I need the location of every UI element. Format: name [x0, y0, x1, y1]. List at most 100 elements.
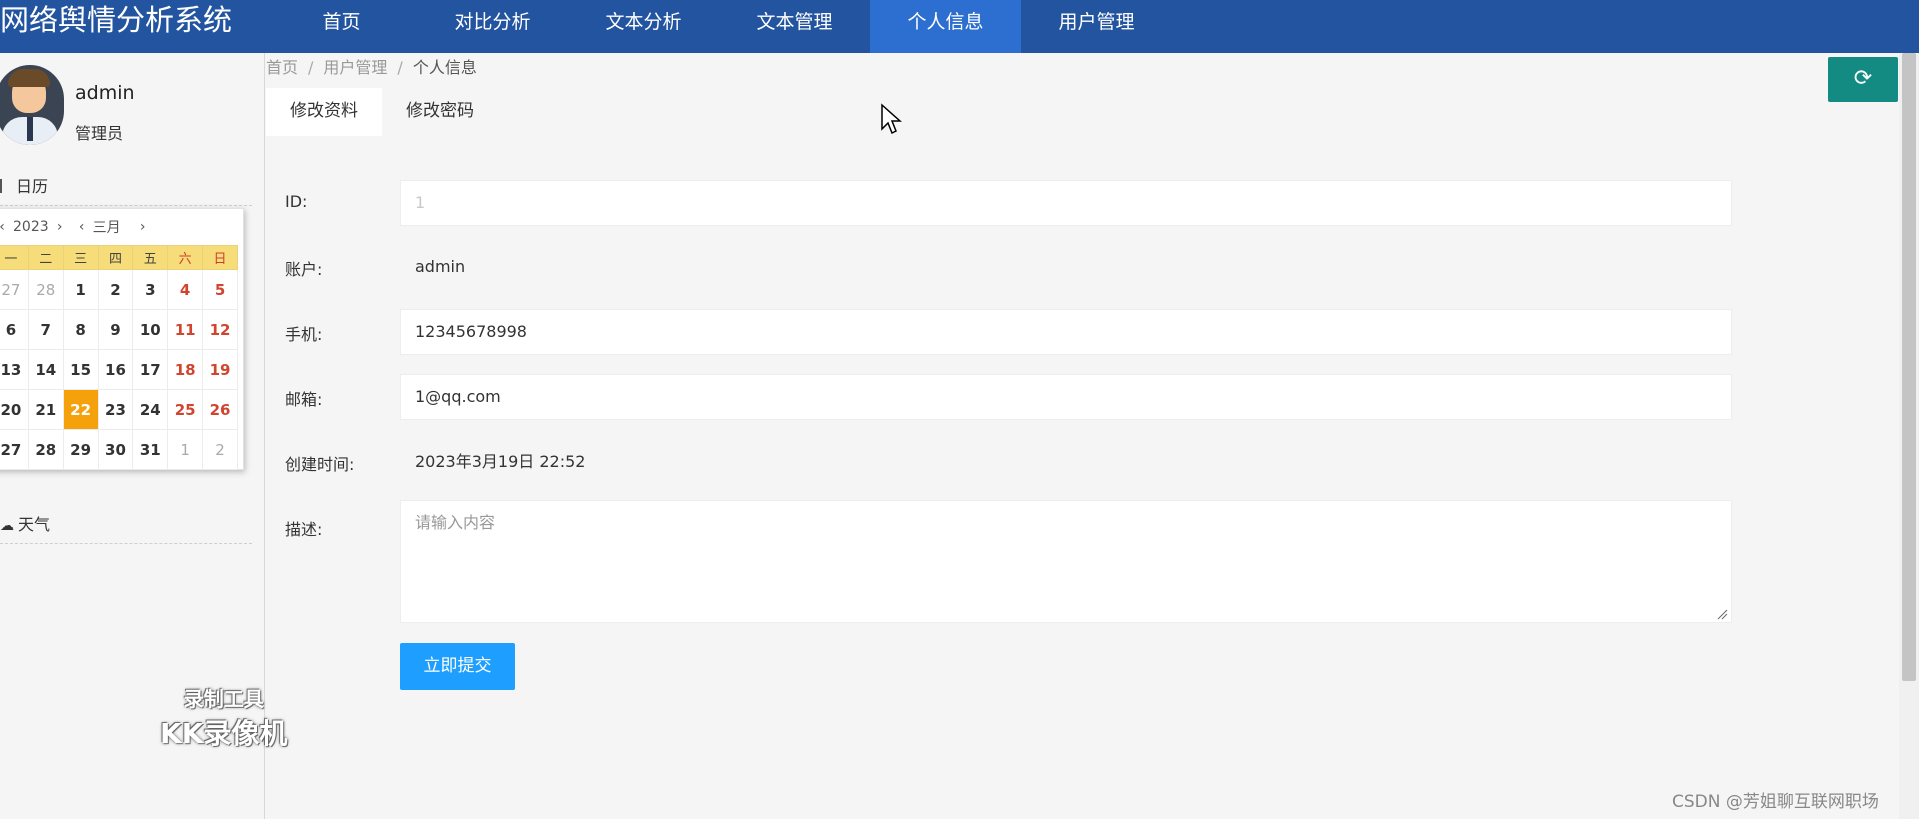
- id-label: ID:: [285, 192, 308, 211]
- calendar-day[interactable]: 10: [132, 309, 169, 350]
- next-year-button[interactable]: ›: [49, 219, 71, 235]
- calendar-day[interactable]: 2: [202, 429, 238, 470]
- profile-tabs: 修改资料 修改密码: [266, 88, 498, 136]
- breadcrumb-separator: /: [308, 58, 314, 77]
- calendar-day[interactable]: 14: [27, 349, 64, 390]
- calendar-day[interactable]: 2: [97, 269, 134, 310]
- calendar-day[interactable]: 20: [0, 389, 29, 430]
- calendar-header: ‹ 2023 › ‹ 三月 ›: [0, 209, 243, 245]
- prev-month-button[interactable]: ‹: [71, 219, 93, 235]
- calendar-day[interactable]: 27: [0, 269, 29, 310]
- calendar-day[interactable]: 27: [0, 429, 29, 470]
- prev-year-button[interactable]: ‹: [0, 219, 11, 235]
- calendar-week-row: 13 14 15 16 17 18 19: [0, 349, 238, 390]
- nav-item-home[interactable]: 首页: [266, 0, 417, 53]
- watermark-line-1: 录制工具: [183, 687, 264, 711]
- calendar-weekday: 三: [62, 245, 99, 270]
- calendar-year[interactable]: 2023: [13, 219, 49, 235]
- calendar-day[interactable]: 1: [62, 269, 99, 310]
- page-scrollbar[interactable]: [1899, 53, 1919, 819]
- calendar-week-row: 27 28 29 30 31 1 2: [0, 429, 238, 470]
- calendar-weekday: 二: [27, 245, 64, 270]
- calendar-day[interactable]: 11: [167, 309, 204, 350]
- calendar-day[interactable]: 28: [27, 429, 64, 470]
- calendar-day[interactable]: 7: [27, 309, 64, 350]
- description-textarea[interactable]: 请输入内容: [400, 500, 1732, 623]
- next-month-button[interactable]: ›: [121, 219, 165, 235]
- nav-item-user-management[interactable]: 用户管理: [1021, 0, 1172, 53]
- id-field[interactable]: 1: [400, 180, 1732, 226]
- divider: [0, 205, 252, 206]
- calendar-icon: [0, 179, 4, 193]
- calendar-day[interactable]: 12: [202, 309, 238, 350]
- calendar-day[interactable]: 18: [167, 349, 204, 390]
- calendar-day[interactable]: 5: [202, 269, 238, 310]
- calendar-day[interactable]: 8: [62, 309, 99, 350]
- calendar-section-header: 日历: [0, 173, 48, 197]
- calendar-day[interactable]: 3: [132, 269, 169, 310]
- calendar-day[interactable]: 25: [167, 389, 204, 430]
- calendar-weekday: 四: [97, 245, 134, 270]
- calendar-day[interactable]: 30: [97, 429, 134, 470]
- refresh-icon: ⟳: [1853, 66, 1873, 91]
- calendar-grid: 一二三四五六日 27 28 1 2 3 4 5 6 7 8 9 10 11 12 13 14 15 16 17 18 1…: [0, 245, 238, 470]
- breadcrumb-home[interactable]: 首页: [266, 58, 298, 77]
- resize-handle-icon[interactable]: [1716, 608, 1728, 620]
- calendar-week-row: 6 7 8 9 10 11 12: [0, 309, 238, 350]
- phone-field[interactable]: 12345678998: [400, 309, 1732, 355]
- calendar-month[interactable]: 三月: [93, 217, 121, 237]
- calendar-day[interactable]: 31: [132, 429, 169, 470]
- calendar-day[interactable]: 26: [202, 389, 238, 430]
- calendar-day[interactable]: 6: [0, 309, 29, 350]
- created-time-field: 2023年3月19日 22:52: [415, 452, 586, 471]
- main-nav: 首页 对比分析 文本分析 文本管理 个人信息 用户管理: [266, 0, 1172, 53]
- breadcrumb: 首页 / 用户管理 / 个人信息: [266, 54, 477, 78]
- submit-button[interactable]: 立即提交: [400, 643, 515, 690]
- calendar-day[interactable]: 23: [97, 389, 134, 430]
- calendar-day[interactable]: 28: [27, 269, 64, 310]
- calendar-weekday: 一: [0, 245, 29, 270]
- weather-label: 天气: [18, 515, 51, 534]
- watermark-line-2: KK录像机: [160, 717, 288, 750]
- top-navbar: 网络舆情分析系统 首页 对比分析 文本分析 文本管理 个人信息 用户管理: [0, 0, 1919, 53]
- tab-change-password[interactable]: 修改密码: [382, 88, 498, 136]
- breadcrumb-user-management[interactable]: 用户管理: [323, 58, 387, 77]
- recorder-watermark: 录制工具 KK录像机: [160, 683, 287, 752]
- scrollbar-thumb[interactable]: [1902, 53, 1916, 681]
- csdn-credit: CSDN @芳姐聊互联网职场: [1672, 792, 1879, 812]
- nav-item-text-analysis[interactable]: 文本分析: [568, 0, 719, 53]
- calendar-day[interactable]: 9: [97, 309, 134, 350]
- calendar-day[interactable]: 1: [167, 429, 204, 470]
- description-placeholder: 请输入内容: [415, 513, 496, 532]
- email-field[interactable]: 1@qq.com: [400, 374, 1732, 420]
- weather-section-header: ☁ 天气: [0, 511, 50, 535]
- calendar-day[interactable]: 21: [27, 389, 64, 430]
- calendar-day[interactable]: 13: [0, 349, 29, 390]
- calendar-week-row: 20 21 22 23 24 25 26: [0, 389, 238, 430]
- calendar-day[interactable]: 29: [62, 429, 99, 470]
- calendar-day[interactable]: 22: [62, 389, 99, 430]
- calendar-weekday: 五: [132, 245, 169, 270]
- calendar-week-row: 27 28 1 2 3 4 5: [0, 269, 238, 310]
- mouse-cursor-icon: [881, 103, 902, 135]
- calendar-weekday: 日: [202, 245, 238, 270]
- user-role: 管理员: [75, 124, 124, 143]
- calendar-day[interactable]: 17: [132, 349, 169, 390]
- refresh-button[interactable]: ⟳: [1828, 57, 1898, 102]
- breadcrumb-current: 个人信息: [412, 58, 477, 77]
- account-label: 账户:: [285, 260, 323, 279]
- user-name: admin: [75, 82, 135, 104]
- calendar-day[interactable]: 4: [167, 269, 204, 310]
- cloud-icon: ☁: [0, 518, 14, 534]
- nav-item-text-management[interactable]: 文本管理: [719, 0, 870, 53]
- nav-item-compare-analysis[interactable]: 对比分析: [417, 0, 568, 53]
- phone-label: 手机:: [285, 325, 323, 344]
- tab-edit-profile[interactable]: 修改资料: [266, 88, 382, 136]
- calendar-day[interactable]: 19: [202, 349, 238, 390]
- description-label: 描述:: [285, 520, 323, 539]
- calendar-day[interactable]: 15: [62, 349, 99, 390]
- nav-item-profile[interactable]: 个人信息: [870, 0, 1021, 53]
- calendar-day[interactable]: 24: [132, 389, 169, 430]
- calendar-weekday: 六: [167, 245, 204, 270]
- calendar-day[interactable]: 16: [97, 349, 134, 390]
